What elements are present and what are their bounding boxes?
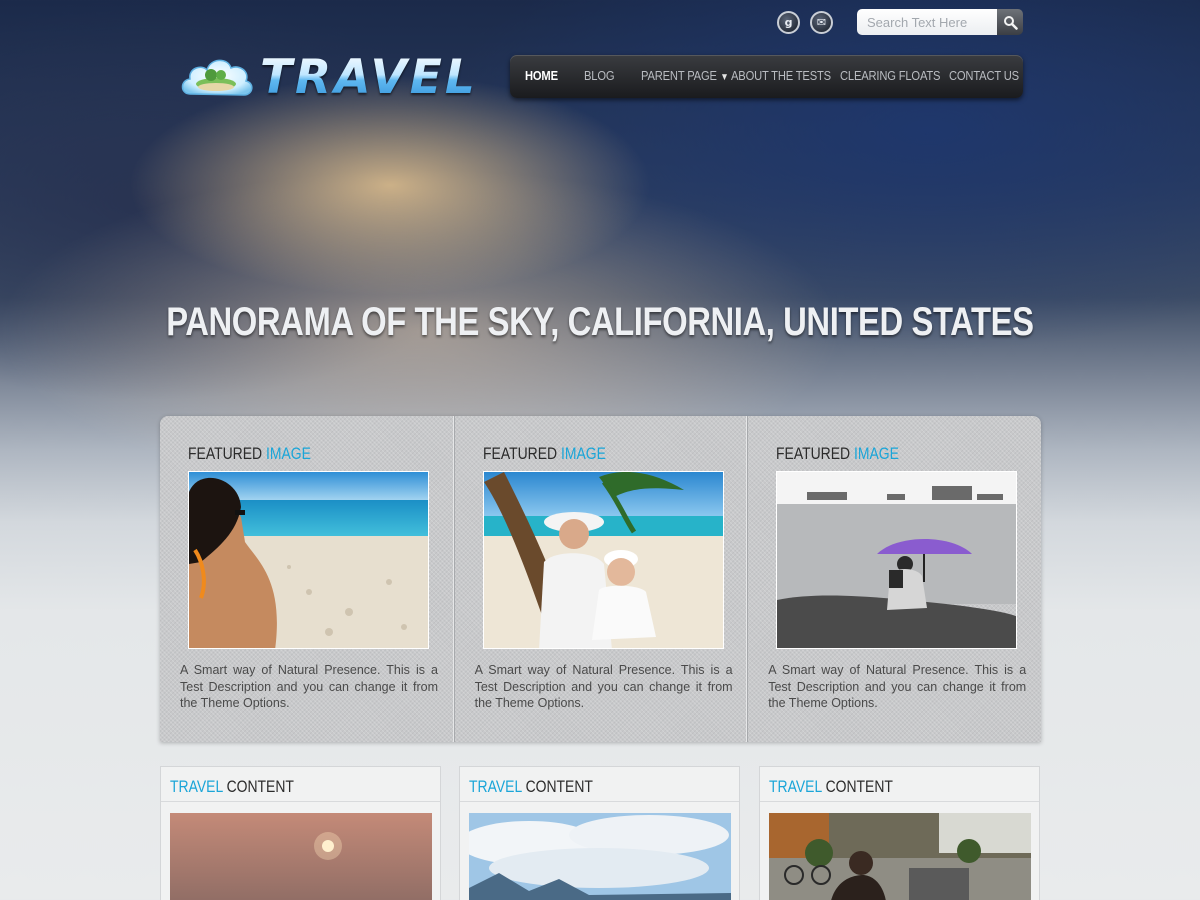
- sunset-image[interactable]: [170, 813, 432, 900]
- content-title-main: CONTENT: [525, 777, 593, 796]
- clouds-lake-photo: [469, 813, 731, 900]
- hero-headline-text: PANORAMA OF THE SKY, CALIFORNIA, UNITED …: [166, 300, 1034, 344]
- featured-image-purple-umbrella[interactable]: [776, 471, 1018, 649]
- purple-umbrella-photo: [777, 472, 1017, 648]
- nav-item-clearing-floats[interactable]: CLEARING FLOATS: [840, 68, 941, 83]
- content-title-main: CONTENT: [825, 777, 893, 796]
- search-form: [857, 9, 1023, 35]
- featured-title-main: FEATURED: [482, 444, 557, 463]
- hero-headline: PANORAMA OF THE SKY, CALIFORNIA, UNITED …: [0, 300, 1200, 345]
- featured-title-main: FEATURED: [776, 444, 851, 463]
- site-logo[interactable]: TRAVEL: [178, 48, 478, 106]
- search-icon: [1003, 15, 1018, 30]
- social-links: g ✉: [777, 11, 833, 34]
- featured-description: A Smart way of Natural Presence. This is…: [474, 663, 733, 710]
- logo-text: TRAVEL: [260, 49, 478, 105]
- mother-baby-beach-photo: [483, 472, 723, 648]
- content-title: TRAVEL CONTENT: [161, 767, 440, 802]
- sunset-photo: [170, 813, 432, 900]
- content-title-text: TRAVEL CONTENT: [469, 777, 593, 797]
- content-title-accent: TRAVEL: [469, 777, 522, 796]
- travel-content-card: TRAVEL CONTENT: [459, 766, 740, 900]
- featured-title: FEATURED IMAGE: [188, 444, 311, 464]
- featured-title-accent: IMAGE: [265, 444, 311, 463]
- nav-item-about-the-tests[interactable]: ABOUT THE TESTS: [731, 68, 831, 83]
- content-title-accent: TRAVEL: [769, 777, 822, 796]
- content-title-accent: TRAVEL: [170, 777, 223, 796]
- featured-item: FEATURED IMAGE A Smart way of Natural Pr…: [160, 416, 454, 742]
- content-title: TRAVEL CONTENT: [760, 767, 1039, 802]
- nav-item-label: PARENT PAGE: [641, 68, 717, 83]
- featured-item: FEATURED IMAGE A Smart way of Natural Pr…: [453, 416, 748, 742]
- street-cafe-image[interactable]: [769, 813, 1031, 900]
- featured-description: A Smart way of Natural Presence. This is…: [768, 663, 1027, 710]
- mail-icon[interactable]: ✉: [810, 11, 833, 34]
- google-plus-icon[interactable]: g: [777, 11, 800, 34]
- content-title-text: TRAVEL CONTENT: [170, 777, 294, 797]
- featured-title: FEATURED IMAGE: [483, 444, 606, 464]
- nav-item-home[interactable]: HOME: [525, 68, 558, 83]
- main-nav: HOME BLOG PARENT PAGE ▼ ABOUT THE TESTS C…: [510, 55, 1023, 98]
- cloud-island-icon: [181, 59, 253, 96]
- featured-image-beach-woman[interactable]: [188, 471, 429, 649]
- featured-title-accent: IMAGE: [854, 444, 900, 463]
- search-button[interactable]: [997, 9, 1023, 35]
- street-cafe-photo: [769, 813, 1031, 900]
- nav-item-parent-page[interactable]: PARENT PAGE ▼: [641, 68, 729, 83]
- featured-title: FEATURED IMAGE: [776, 444, 899, 464]
- featured-image-mother-baby[interactable]: [482, 471, 724, 649]
- featured-title-accent: IMAGE: [560, 444, 606, 463]
- nav-item-contact-us[interactable]: CONTACT US: [949, 68, 1019, 83]
- content-title-text: TRAVEL CONTENT: [769, 777, 893, 797]
- search-input[interactable]: [857, 9, 997, 35]
- featured-item: FEATURED IMAGE A Smart way of Natural Pr…: [747, 416, 1041, 742]
- content-title-main: CONTENT: [226, 777, 294, 796]
- dropdown-caret-icon: ▼: [720, 72, 729, 83]
- travel-content-card: TRAVEL CONTENT: [160, 766, 441, 900]
- featured-panel: FEATURED IMAGE A Smart way of Natural Pr…: [160, 416, 1041, 742]
- featured-title-main: FEATURED: [188, 444, 263, 463]
- nav-item-blog[interactable]: BLOG: [584, 68, 615, 83]
- clouds-lake-image[interactable]: [469, 813, 731, 900]
- content-title: TRAVEL CONTENT: [460, 767, 739, 802]
- beach-woman-photo: [189, 472, 428, 648]
- travel-content-card: TRAVEL CONTENT: [759, 766, 1040, 900]
- featured-description: A Smart way of Natural Presence. This is…: [180, 663, 438, 710]
